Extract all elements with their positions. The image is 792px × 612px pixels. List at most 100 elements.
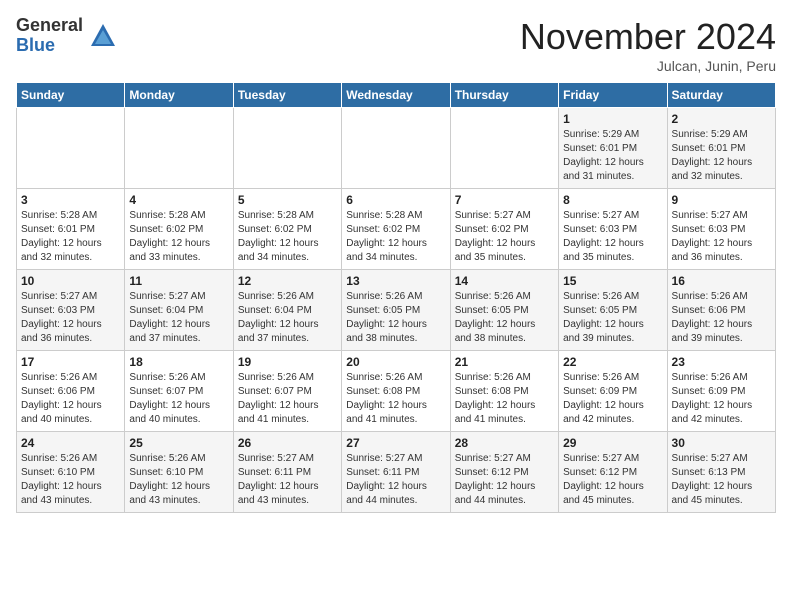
day-number: 10 [21, 274, 120, 288]
day-number: 21 [455, 355, 554, 369]
calendar-week-1: 1 Sunrise: 5:29 AM Sunset: 6:01 PM Daylig… [17, 108, 776, 189]
calendar-cell: 8Sunrise: 5:27 AM Sunset: 6:03 PM Daylig… [559, 189, 667, 270]
day-info: Sunrise: 5:26 AM Sunset: 6:07 PM Dayligh… [238, 371, 337, 427]
calendar-cell: 25 Sunrise: 5:26 AM Sunset: 6:10 PM Dayli… [125, 432, 233, 513]
calendar-header: SundayMondayTuesdayWednesdayThursdayFrid… [17, 83, 776, 108]
day-info: Sunrise: 5:26 AM Sunset: 6:06 PM Dayligh… [21, 371, 120, 427]
calendar-cell: 9 Sunrise: 5:27 AM Sunset: 6:03 PM Daylig… [667, 189, 775, 270]
day-info: Sunrise: 5:27 AM Sunset: 6:13 PM Dayligh… [672, 452, 771, 508]
day-info: Sunrise: 5:26 AM Sunset: 6:05 PM Dayligh… [455, 290, 554, 346]
calendar-cell [450, 108, 558, 189]
day-info: Sunrise: 5:26 AM Sunset: 6:09 PM Dayligh… [563, 371, 662, 427]
day-number: 3 [21, 193, 120, 207]
day-info: Sunrise: 5:28 AM Sunset: 6:02 PM Dayligh… [129, 209, 228, 265]
calendar-cell: 7 Sunrise: 5:27 AM Sunset: 6:02 PM Daylig… [450, 189, 558, 270]
calendar-cell: 14 Sunrise: 5:26 AM Sunset: 6:05 PM Dayli… [450, 270, 558, 351]
calendar-cell: 13 Sunrise: 5:26 AM Sunset: 6:05 PM Dayli… [342, 270, 450, 351]
weekday-header-friday: Friday [559, 83, 667, 108]
day-number: 7 [455, 193, 554, 207]
day-info: Sunrise: 5:26 AM Sunset: 6:06 PM Dayligh… [672, 290, 771, 346]
calendar-cell: 15 Sunrise: 5:26 AM Sunset: 6:05 PM Dayli… [559, 270, 667, 351]
calendar-cell: 3 Sunrise: 5:28 AM Sunset: 6:01 PM Daylig… [17, 189, 125, 270]
calendar-cell: 5 Sunrise: 5:28 AM Sunset: 6:02 PM Daylig… [233, 189, 341, 270]
day-number: 18 [129, 355, 228, 369]
day-number: 25 [129, 436, 228, 450]
day-number: 26 [238, 436, 337, 450]
day-number: 6 [346, 193, 445, 207]
calendar-cell: 21 Sunrise: 5:26 AM Sunset: 6:08 PM Dayli… [450, 351, 558, 432]
calendar-cell [342, 108, 450, 189]
calendar-body: 1 Sunrise: 5:29 AM Sunset: 6:01 PM Daylig… [17, 108, 776, 513]
day-number: 13 [346, 274, 445, 288]
calendar-cell: 23 Sunrise: 5:26 AM Sunset: 6:09 PM Dayli… [667, 351, 775, 432]
day-info: Sunrise: 5:26 AM Sunset: 6:10 PM Dayligh… [129, 452, 228, 508]
day-info: Sunrise: 5:28 AM Sunset: 6:02 PM Dayligh… [346, 209, 445, 265]
weekday-header-saturday: Saturday [667, 83, 775, 108]
day-number: 23 [672, 355, 771, 369]
calendar-cell [17, 108, 125, 189]
day-info: Sunrise: 5:27 AM Sunset: 6:11 PM Dayligh… [346, 452, 445, 508]
day-number: 24 [21, 436, 120, 450]
calendar-cell: 27 Sunrise: 5:27 AM Sunset: 6:11 PM Dayli… [342, 432, 450, 513]
page-header: General Blue November 2024 Julcan, Junin… [16, 16, 776, 74]
day-number: 1 [563, 112, 662, 126]
day-info: Sunrise: 5:29 AM Sunset: 6:01 PM Dayligh… [672, 128, 771, 184]
calendar-cell: 19 Sunrise: 5:26 AM Sunset: 6:07 PM Dayli… [233, 351, 341, 432]
day-number: 29 [563, 436, 662, 450]
logo-icon [89, 22, 117, 50]
day-number: 28 [455, 436, 554, 450]
day-info: Sunrise: 5:27 AM Sunset: 6:12 PM Dayligh… [455, 452, 554, 508]
day-info: Sunrise: 5:26 AM Sunset: 6:05 PM Dayligh… [563, 290, 662, 346]
calendar-cell: 29 Sunrise: 5:27 AM Sunset: 6:12 PM Dayli… [559, 432, 667, 513]
logo-general-text: General [16, 16, 83, 36]
day-number: 16 [672, 274, 771, 288]
day-info: Sunrise: 5:27 AM Sunset: 6:03 PM Dayligh… [672, 209, 771, 265]
weekday-header-sunday: Sunday [17, 83, 125, 108]
weekday-header-thursday: Thursday [450, 83, 558, 108]
day-number: 14 [455, 274, 554, 288]
day-number: 4 [129, 193, 228, 207]
calendar-cell: 10 Sunrise: 5:27 AM Sunset: 6:03 PM Dayli… [17, 270, 125, 351]
calendar-cell: 1Sunrise: 5:29 AM Sunset: 6:01 PM Daylig… [559, 108, 667, 189]
day-info: Sunrise: 5:28 AM Sunset: 6:01 PM Dayligh… [21, 209, 120, 265]
calendar-week-5: 24 Sunrise: 5:26 AM Sunset: 6:10 PM Dayli… [17, 432, 776, 513]
calendar-cell: 11 Sunrise: 5:27 AM Sunset: 6:04 PM Dayli… [125, 270, 233, 351]
day-info: Sunrise: 5:28 AM Sunset: 6:02 PM Dayligh… [238, 209, 337, 265]
calendar-week-3: 10 Sunrise: 5:27 AM Sunset: 6:03 PM Dayli… [17, 270, 776, 351]
title-block: November 2024 Julcan, Junin, Peru [520, 16, 776, 74]
day-info: Sunrise: 5:27 AM Sunset: 6:02 PM Dayligh… [455, 209, 554, 265]
day-number: 9 [672, 193, 771, 207]
day-info: Sunrise: 5:27 AM Sunset: 6:03 PM Dayligh… [21, 290, 120, 346]
calendar-cell [125, 108, 233, 189]
day-number: 19 [238, 355, 337, 369]
weekday-header-monday: Monday [125, 83, 233, 108]
calendar-cell [233, 108, 341, 189]
calendar-week-4: 17Sunrise: 5:26 AM Sunset: 6:06 PM Dayli… [17, 351, 776, 432]
day-info: Sunrise: 5:26 AM Sunset: 6:09 PM Dayligh… [672, 371, 771, 427]
location-subtitle: Julcan, Junin, Peru [520, 58, 776, 74]
day-info: Sunrise: 5:27 AM Sunset: 6:04 PM Dayligh… [129, 290, 228, 346]
day-number: 5 [238, 193, 337, 207]
calendar-cell: 30Sunrise: 5:27 AM Sunset: 6:13 PM Dayli… [667, 432, 775, 513]
calendar-cell: 4 Sunrise: 5:28 AM Sunset: 6:02 PM Daylig… [125, 189, 233, 270]
day-number: 27 [346, 436, 445, 450]
day-number: 8 [563, 193, 662, 207]
day-number: 11 [129, 274, 228, 288]
day-info: Sunrise: 5:26 AM Sunset: 6:04 PM Dayligh… [238, 290, 337, 346]
calendar-cell: 22 Sunrise: 5:26 AM Sunset: 6:09 PM Dayli… [559, 351, 667, 432]
day-info: Sunrise: 5:27 AM Sunset: 6:12 PM Dayligh… [563, 452, 662, 508]
day-number: 12 [238, 274, 337, 288]
day-number: 15 [563, 274, 662, 288]
calendar-week-2: 3 Sunrise: 5:28 AM Sunset: 6:01 PM Daylig… [17, 189, 776, 270]
month-title: November 2024 [520, 16, 776, 58]
weekday-header-wednesday: Wednesday [342, 83, 450, 108]
calendar-cell: 20Sunrise: 5:26 AM Sunset: 6:08 PM Dayli… [342, 351, 450, 432]
day-info: Sunrise: 5:26 AM Sunset: 6:08 PM Dayligh… [455, 371, 554, 427]
day-info: Sunrise: 5:26 AM Sunset: 6:05 PM Dayligh… [346, 290, 445, 346]
calendar-cell: 12 Sunrise: 5:26 AM Sunset: 6:04 PM Dayli… [233, 270, 341, 351]
weekday-header-tuesday: Tuesday [233, 83, 341, 108]
day-number: 22 [563, 355, 662, 369]
calendar-cell: 6 Sunrise: 5:28 AM Sunset: 6:02 PM Daylig… [342, 189, 450, 270]
logo: General Blue [16, 16, 117, 56]
calendar-cell: 16 Sunrise: 5:26 AM Sunset: 6:06 PM Dayli… [667, 270, 775, 351]
